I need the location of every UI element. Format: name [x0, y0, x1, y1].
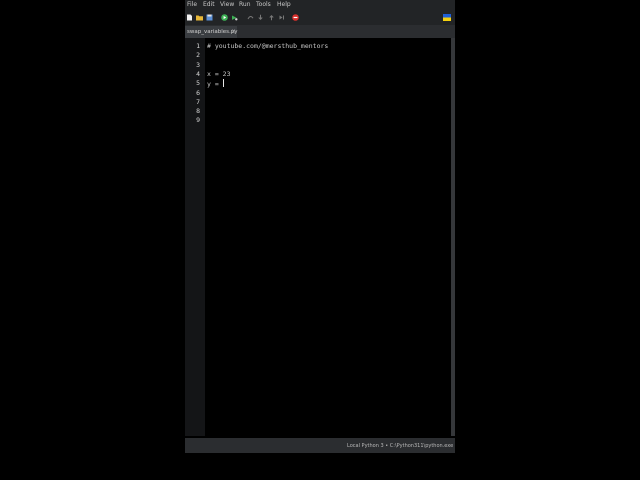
tab-swap-variables[interactable]: swap_variables.py ×: [185, 26, 238, 38]
ukraine-flag-icon: [443, 14, 451, 21]
line-number: 5: [196, 79, 200, 88]
close-icon[interactable]: ×: [231, 28, 236, 35]
run-icon[interactable]: [221, 14, 228, 21]
menu-tools[interactable]: Tools: [256, 1, 271, 8]
thonny-window: File Edit View Run Tools Help swap_varia…: [185, 0, 455, 453]
text-cursor: [222, 79, 224, 88]
code-line-comment: # youtube.com/@mersthub_mentors: [207, 42, 329, 50]
save-icon[interactable]: [206, 14, 213, 21]
open-folder-icon[interactable]: [196, 14, 203, 21]
new-file-icon[interactable]: [186, 14, 193, 21]
code-line-y-text: y =: [207, 80, 223, 89]
line-number: 9: [196, 116, 200, 125]
interpreter-status[interactable]: Local Python 3 • C:\Python311\python.exe: [347, 443, 453, 449]
menu-help[interactable]: Help: [277, 1, 291, 8]
vertical-scrollbar[interactable]: [451, 38, 455, 436]
toolbar: [185, 11, 455, 25]
line-number: 3: [196, 60, 200, 69]
menu-run[interactable]: Run: [239, 1, 251, 8]
line-number: 1: [196, 42, 200, 50]
code-line-y: y =: [207, 79, 224, 88]
stop-icon[interactable]: [292, 14, 299, 21]
code-line-x: x = 23: [207, 69, 231, 78]
menu-file[interactable]: File: [187, 1, 197, 8]
line-number: 7: [196, 97, 200, 106]
debug-icon[interactable]: [231, 14, 238, 21]
menu-bar: File Edit View Run Tools Help: [185, 0, 455, 11]
status-bar: Local Python 3 • C:\Python311\python.exe: [185, 438, 455, 453]
line-number: 8: [196, 107, 200, 116]
step-into-icon[interactable]: [257, 14, 264, 21]
line-number: 6: [196, 88, 200, 97]
tab-label: swap_variables.py: [187, 29, 238, 35]
step-over-icon[interactable]: [247, 14, 254, 21]
step-out-icon[interactable]: [268, 14, 275, 21]
line-number: 4: [196, 69, 200, 78]
menu-view[interactable]: View: [220, 1, 234, 8]
line-number: 2: [196, 51, 200, 60]
editor-tab-bar: swap_variables.py ×: [185, 25, 455, 38]
menu-edit[interactable]: Edit: [203, 1, 215, 8]
line-number-gutter: 1 2 3 4 5 6 7 8 9: [185, 38, 205, 436]
resume-icon[interactable]: [278, 14, 285, 21]
code-editor[interactable]: 1 2 3 4 5 6 7 8 9 # youtube.com/@mersthu…: [185, 38, 455, 438]
